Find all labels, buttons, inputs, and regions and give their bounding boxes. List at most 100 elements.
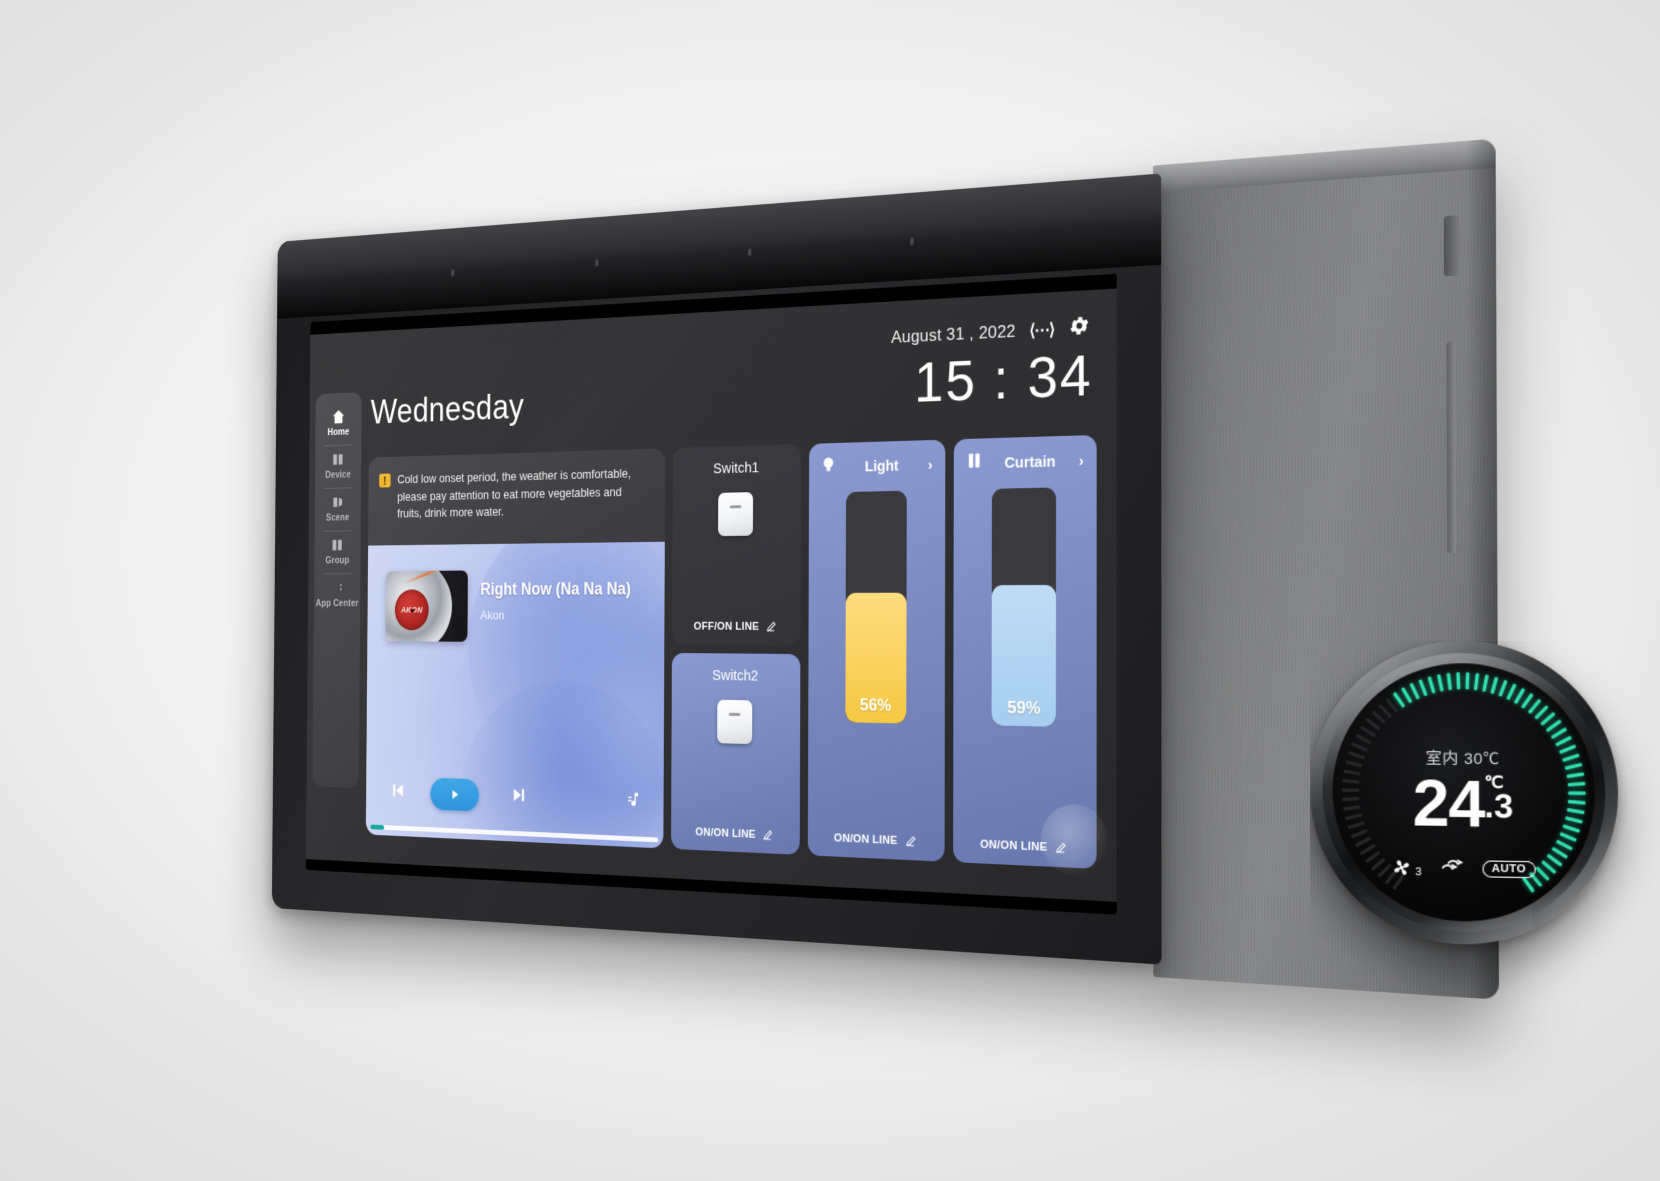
left-column: ! Cold low onset period, the weather is … [365, 448, 665, 849]
mic-hole [595, 259, 599, 266]
curtain-slider-fill: 59% [991, 585, 1057, 727]
chevron-right-icon[interactable]: › [1079, 452, 1084, 470]
light-column: Light › 56% ON/ON LINE [807, 439, 945, 862]
fan-speed: 3 [1415, 865, 1422, 879]
dial-tick [1354, 733, 1372, 745]
dial-tick [1427, 676, 1435, 694]
side-slot [1446, 340, 1457, 555]
song-artist: Akon [480, 607, 505, 623]
curtain-name: Curtain [1004, 452, 1056, 472]
pencil-icon[interactable] [762, 828, 774, 843]
fan-control[interactable]: 3 [1391, 856, 1422, 879]
dial-tick [1555, 839, 1573, 851]
chassis-top-face [1153, 138, 1496, 194]
device-scene: Home Device Scene Group App Center Augus… [0, 0, 1660, 1181]
sidebar: Home Device Scene Group App Center [312, 392, 362, 789]
dial-tick [1417, 679, 1427, 697]
chassis-right-edge [1466, 138, 1499, 1000]
dial-tick [1359, 725, 1376, 738]
page-title: Wednesday [370, 386, 525, 432]
current-date: August 31 , 2022 [891, 321, 1016, 348]
dial-tick [1505, 683, 1516, 701]
group-icon [331, 537, 345, 554]
dial-tick [1513, 687, 1525, 705]
curtain-column: Curtain › 59% ON/ON LINE [952, 434, 1097, 869]
switch-name: Switch1 [713, 459, 760, 478]
switch-status: OFF/ON LINE [693, 620, 760, 633]
curtain-slider-track[interactable]: 59% [991, 487, 1057, 727]
switch-status: ON/ON LINE [695, 826, 756, 841]
header-date-row: August 31 , 2022 ⟨⋯⟩ [891, 313, 1091, 352]
side-button[interactable] [1443, 215, 1460, 277]
sidebar-item-label: App Center [315, 597, 359, 609]
play-button[interactable] [430, 777, 480, 812]
smart-panel-device: Home Device Scene Group App Center Augus… [271, 138, 1619, 1000]
pencil-icon[interactable] [1054, 841, 1068, 856]
airflow-icon[interactable] [1440, 855, 1464, 880]
skip-previous-icon[interactable] [389, 779, 406, 805]
pencil-icon[interactable] [904, 834, 917, 849]
light-slider-track[interactable]: 56% [845, 490, 907, 724]
dial-tick [1550, 727, 1567, 739]
light-name: Light [864, 456, 899, 475]
light-footer: ON/ON LINE [834, 831, 917, 849]
panel-body: Home Device Scene Group App Center Augus… [271, 173, 1162, 965]
switch-card-1[interactable]: Switch1 OFF/ON LINE [671, 444, 802, 645]
switch-toggle[interactable] [718, 492, 754, 537]
skip-next-icon[interactable] [511, 784, 529, 810]
mic-hole [747, 248, 752, 256]
sidebar-item-app-center[interactable]: App Center [314, 573, 360, 616]
warning-icon: ! [379, 473, 391, 488]
dial-tick [1409, 682, 1420, 700]
dial-tick [1400, 687, 1412, 704]
music-player-card[interactable]: AKON Right Now (Na Na Na) Akon [365, 541, 665, 849]
sidebar-item-home[interactable]: Home [315, 401, 361, 446]
light-card[interactable]: Light › 56% ON/ON LINE [807, 439, 945, 862]
vinyl-hole [410, 608, 415, 613]
bulb-icon [821, 455, 836, 479]
screen-content: Home Device Scene Group App Center Augus… [305, 288, 1117, 902]
touchscreen[interactable]: Home Device Scene Group App Center Augus… [305, 273, 1117, 915]
clock: 15 : 34 [914, 341, 1093, 415]
curtain-icon [966, 451, 982, 476]
bezel-gloss [277, 173, 1162, 284]
screen-glare [1041, 803, 1109, 879]
sidebar-item-label: Home [327, 426, 350, 439]
weather-notice-text: Cold low onset period, the weather is co… [397, 465, 632, 521]
weather-notice-card[interactable]: ! Cold low onset period, the weather is … [368, 448, 665, 546]
app-center-icon [330, 580, 344, 596]
gear-icon[interactable] [1068, 313, 1091, 343]
music-progress-fill [370, 824, 385, 830]
sidebar-item-label: Group [325, 554, 350, 567]
dial-tick [1455, 672, 1460, 690]
light-card-header: Light › [809, 452, 945, 480]
network-icon[interactable]: ⟨⋯⟩ [1029, 319, 1054, 341]
switch-footer: OFF/ON LINE [694, 619, 778, 633]
album-art: AKON [385, 570, 468, 642]
device-icon [331, 451, 345, 468]
dial-tick [1446, 672, 1452, 691]
light-status: ON/ON LINE [833, 832, 898, 848]
sidebar-item-label: Scene [325, 512, 350, 524]
play-icon [452, 790, 459, 800]
chevron-right-icon[interactable]: › [928, 456, 933, 474]
curtain-footer: ON/ON LINE [980, 837, 1068, 856]
pencil-icon[interactable] [765, 619, 777, 633]
light-slider-fill: 56% [845, 593, 907, 724]
music-note-icon[interactable] [624, 789, 641, 814]
sidebar-item-scene[interactable]: Scene [315, 487, 361, 531]
mic-hole [910, 237, 914, 245]
switch-card-2[interactable]: Switch2 ON/ON LINE [670, 652, 801, 855]
light-percent: 56% [859, 695, 892, 716]
curtain-card[interactable]: Curtain › 59% ON/ON LINE [952, 434, 1097, 869]
switch-toggle[interactable] [717, 699, 753, 744]
fan-icon [1394, 859, 1410, 875]
dashboard-grid: ! Cold low onset period, the weather is … [365, 434, 1097, 869]
curtain-status: ON/ON LINE [980, 838, 1048, 854]
switch-footer: ON/ON LINE [695, 825, 774, 842]
home-icon [332, 408, 346, 425]
dial-tick [1354, 836, 1372, 848]
sidebar-item-group[interactable]: Group [314, 530, 360, 573]
curtain-card-header: Curtain › [953, 448, 1096, 477]
sidebar-item-device[interactable]: Device [315, 444, 361, 488]
